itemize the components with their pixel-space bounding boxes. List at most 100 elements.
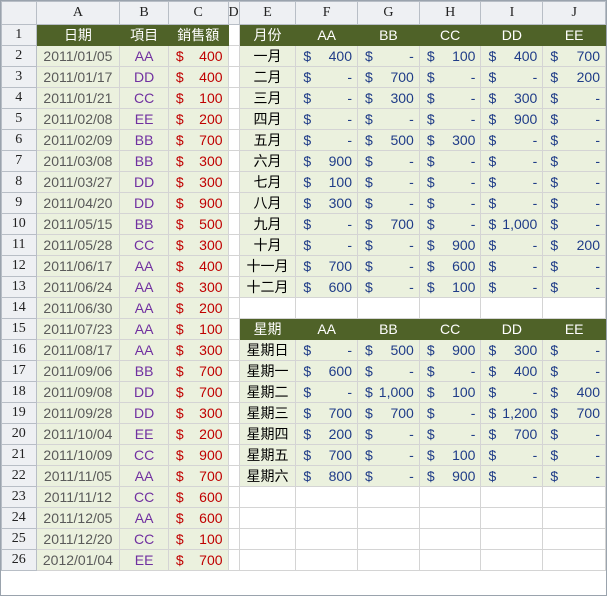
amount-cell[interactable]: $700 [167,465,229,487]
spacer-cell[interactable] [227,402,240,424]
weekday-row-label[interactable]: 星期六 [238,465,297,487]
spacer-cell[interactable] [227,87,240,109]
item-cell[interactable]: CC [119,87,169,109]
monthly-value-cell[interactable]: $500 [356,129,420,151]
weekday-item-header[interactable]: BB [356,318,420,340]
empty-cell[interactable] [238,297,297,319]
item-cell[interactable]: AA [119,465,169,487]
spacer-cell[interactable] [227,171,240,193]
row-header[interactable]: 7 [1,150,37,172]
column-header-d[interactable]: D [227,1,240,25]
monthly-value-cell[interactable]: $ - [418,87,482,109]
monthly-value-cell[interactable]: $ - [542,213,606,235]
item-cell[interactable]: AA [119,255,169,277]
monthly-value-cell[interactable]: $900 [418,234,482,256]
monthly-value-cell[interactable]: $ - [295,234,358,256]
monthly-value-cell[interactable]: $ - [480,150,544,172]
column-header-c[interactable]: C [167,1,229,25]
row-header[interactable]: 18 [1,381,37,403]
monthly-value-cell[interactable]: $ - [542,150,606,172]
empty-cell[interactable] [356,549,420,571]
date-cell[interactable]: 2011/03/08 [35,150,121,172]
weekday-value-cell[interactable]: $600 [295,360,358,382]
monthly-value-cell[interactable]: $300 [295,192,358,214]
monthly-item-header[interactable]: DD [480,24,544,46]
monthly-value-cell[interactable]: $ - [356,192,420,214]
monthly-value-cell[interactable]: $400 [480,45,544,67]
column-header-b[interactable]: B [119,1,169,25]
monthly-value-cell[interactable]: $ - [418,192,482,214]
weekday-item-header[interactable]: DD [480,318,544,340]
column-header-f[interactable]: F [295,1,358,25]
date-cell[interactable]: 2011/06/24 [35,276,121,298]
weekday-row-label[interactable]: 星期四 [238,423,297,445]
item-cell[interactable]: DD [119,192,169,214]
date-cell[interactable]: 2011/02/09 [35,129,121,151]
select-all-corner[interactable] [1,1,37,25]
empty-cell[interactable] [295,486,358,508]
monthly-value-cell[interactable]: $600 [295,276,358,298]
monthly-value-cell[interactable]: $700 [356,213,420,235]
weekday-value-cell[interactable]: $1,000 [356,381,420,403]
empty-cell[interactable] [238,486,297,508]
monthly-row-label[interactable]: 五月 [238,129,297,151]
spacer-cell[interactable] [227,255,240,277]
item-cell[interactable]: AA [119,318,169,340]
row-header[interactable]: 10 [1,213,37,235]
weekday-value-cell[interactable]: $200 [295,423,358,445]
weekday-value-cell[interactable]: $ - [295,339,358,361]
row-header[interactable]: 22 [1,465,37,487]
monthly-value-cell[interactable]: $ - [295,66,358,88]
weekday-value-cell[interactable]: $ - [418,402,482,424]
empty-cell[interactable] [418,528,482,550]
monthly-value-cell[interactable]: $700 [295,255,358,277]
row-header[interactable]: 12 [1,255,37,277]
column-header-i[interactable]: I [480,1,544,25]
date-cell[interactable]: 2011/10/04 [35,423,121,445]
monthly-value-cell[interactable]: $ - [356,150,420,172]
weekday-value-cell[interactable]: $ - [480,444,544,466]
monthly-value-cell[interactable]: $ - [418,150,482,172]
spacer-cell[interactable] [227,129,240,151]
row-header[interactable]: 26 [1,549,37,571]
empty-cell[interactable] [542,528,606,550]
weekday-corner-header[interactable]: 星期 [238,318,297,340]
monthly-value-cell[interactable]: $ - [418,66,482,88]
monthly-value-cell[interactable]: $ - [542,108,606,130]
weekday-value-cell[interactable]: $ - [356,444,420,466]
item-cell[interactable]: EE [119,549,169,571]
spacer-cell[interactable] [227,360,240,382]
row-header[interactable]: 2 [1,45,37,67]
item-cell[interactable]: DD [119,381,169,403]
amount-cell[interactable]: $100 [167,87,229,109]
monthly-row-label[interactable]: 三月 [238,87,297,109]
row-header[interactable]: 3 [1,66,37,88]
empty-cell[interactable] [295,528,358,550]
monthly-row-label[interactable]: 九月 [238,213,297,235]
empty-cell[interactable] [480,507,544,529]
monthly-item-header[interactable]: CC [418,24,482,46]
weekday-value-cell[interactable]: $900 [418,465,482,487]
monthly-value-cell[interactable]: $ - [295,213,358,235]
monthly-value-cell[interactable]: $200 [542,66,606,88]
weekday-value-cell[interactable]: $ - [295,381,358,403]
monthly-value-cell[interactable]: $ - [480,66,544,88]
spreadsheet[interactable]: A B C D E F G H I J 1 日期 項目 銷售額 月份 AA BB CC DD EE 2 2011/01/0… [0,0,607,596]
empty-cell[interactable] [356,507,420,529]
empty-cell[interactable] [542,549,606,571]
spacer-cell[interactable] [227,423,240,445]
column-header-e[interactable]: E [238,1,297,25]
monthly-value-cell[interactable]: $ - [418,213,482,235]
monthly-value-cell[interactable]: $ - [480,255,544,277]
sales-header-cell[interactable]: 日期 [35,24,121,46]
row-header[interactable]: 13 [1,276,37,298]
item-cell[interactable]: AA [119,339,169,361]
empty-cell[interactable] [480,549,544,571]
monthly-value-cell[interactable]: $ - [356,45,420,67]
empty-cell[interactable] [480,528,544,550]
weekday-value-cell[interactable]: $ - [542,339,606,361]
monthly-row-label[interactable]: 十月 [238,234,297,256]
column-header-g[interactable]: G [356,1,420,25]
amount-cell[interactable]: $300 [167,402,229,424]
spacer-cell[interactable] [227,276,240,298]
